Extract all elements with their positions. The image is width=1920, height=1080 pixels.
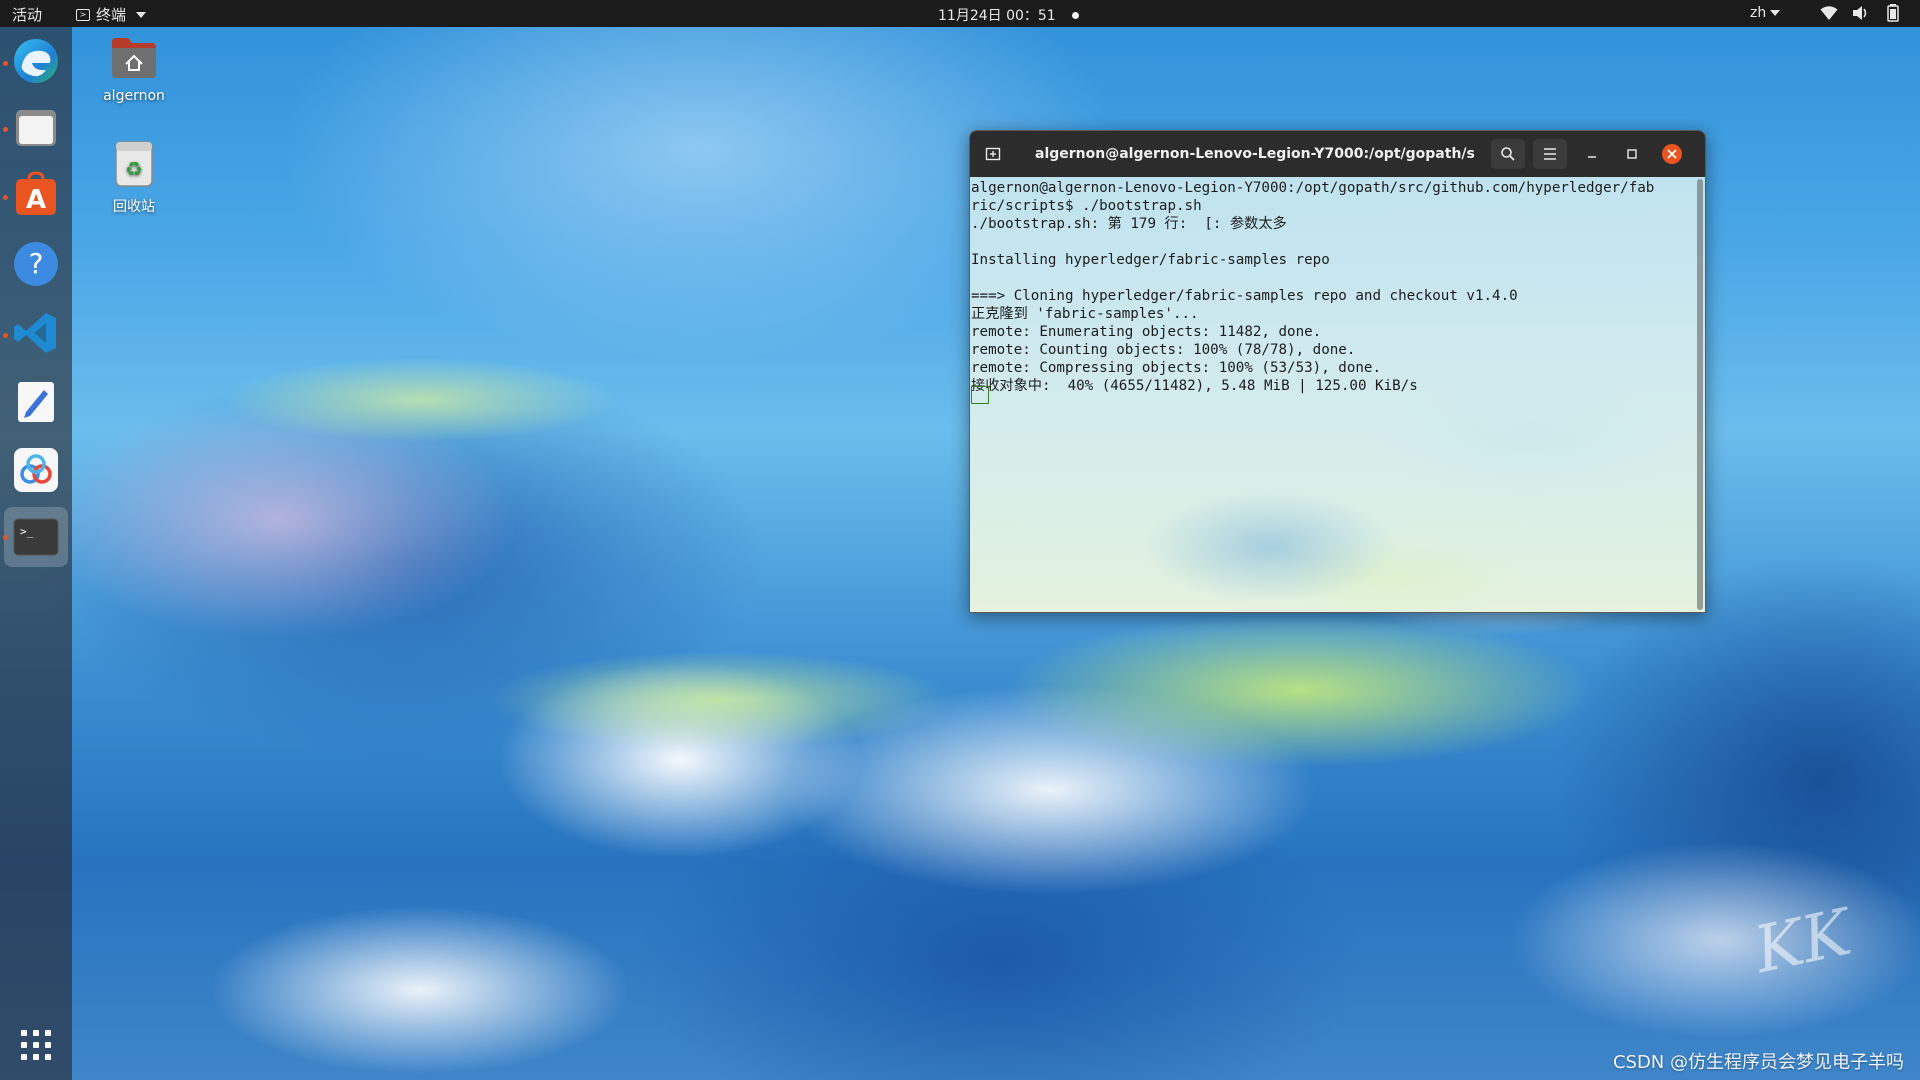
csdn-watermark: CSDN @仿生程序员会梦见电子羊吗 xyxy=(1612,1052,1904,1073)
vscode-icon[interactable] xyxy=(12,309,60,357)
files-icon[interactable] xyxy=(12,104,60,152)
search-button[interactable] xyxy=(1491,139,1525,169)
clock-label: 11月24日 00：51 xyxy=(938,8,1056,24)
terminal-cursor xyxy=(971,386,989,404)
app-menu[interactable]: > 终端 xyxy=(76,4,147,25)
close-button[interactable] xyxy=(1660,139,1684,169)
terminal-line: 接收对象中: 40% (4655/11482), 5.48 MiB | 125.… xyxy=(971,378,1418,394)
terminal-line: ric/scripts$ ./bootstrap.sh xyxy=(971,198,1202,214)
terminal-output: algernon@algernon-Lenovo-Legion-Y7000:/o… xyxy=(971,179,1695,395)
svg-text:♻: ♻ xyxy=(125,157,143,181)
running-indicator xyxy=(3,195,8,200)
terminal-line: algernon@algernon-Lenovo-Legion-Y7000:/o… xyxy=(971,180,1655,196)
system-tray: zh xyxy=(1750,4,1920,22)
minimize-icon xyxy=(1588,156,1596,158)
desktop-home-label: algernon xyxy=(103,88,165,104)
close-icon xyxy=(1662,144,1682,164)
svg-text:?: ? xyxy=(29,247,44,280)
help-icon[interactable]: ? xyxy=(12,240,60,288)
baidu-netdisk-icon[interactable] xyxy=(12,446,60,494)
running-indicator xyxy=(3,535,8,540)
desktop-home-folder[interactable]: algernon xyxy=(79,34,189,104)
trash-icon: ♻ xyxy=(79,140,189,192)
ubuntu-software-icon[interactable]: A xyxy=(12,171,60,219)
chevron-down-icon xyxy=(136,11,147,18)
dock: A ? >_ xyxy=(0,27,72,1080)
minimize-button[interactable] xyxy=(1582,139,1602,169)
terminal-scrollbar[interactable] xyxy=(1697,179,1703,610)
terminal-title: algernon@algernon-Lenovo-Legion-Y7000:/o… xyxy=(1035,146,1475,162)
terminal-output-area[interactable]: algernon@algernon-Lenovo-Legion-Y7000:/o… xyxy=(970,177,1705,612)
new-tab-button[interactable] xyxy=(982,139,1004,169)
search-icon xyxy=(1501,147,1515,161)
input-method-menu[interactable]: zh xyxy=(1750,5,1781,21)
running-indicator xyxy=(3,127,8,132)
input-method-label: zh xyxy=(1750,5,1767,21)
running-indicator xyxy=(3,333,8,338)
terminal-line: remote: Compressing objects: 100% (53/53… xyxy=(971,360,1381,376)
svg-text:>_: >_ xyxy=(20,525,34,538)
desktop-trash-label: 回收站 xyxy=(113,199,155,215)
show-applications-icon[interactable] xyxy=(18,1027,54,1063)
terminal-icon[interactable]: >_ xyxy=(12,513,60,561)
new-tab-icon xyxy=(985,147,1001,161)
activities-button[interactable]: 活动 xyxy=(12,4,42,25)
running-indicator xyxy=(3,61,8,66)
terminal-line: ===> Cloning hyperledger/fabric-samples … xyxy=(971,288,1518,304)
battery-icon[interactable] xyxy=(1884,4,1902,22)
maximize-button[interactable] xyxy=(1622,139,1642,169)
text-editor-icon[interactable] xyxy=(12,378,60,426)
terminal-line: ./bootstrap.sh: 第 179 行: [: 参数太多 xyxy=(971,216,1287,232)
app-menu-label: 终端 xyxy=(96,6,127,24)
terminal-header-bar[interactable]: algernon@algernon-Lenovo-Legion-Y7000:/o… xyxy=(970,131,1705,177)
chevron-down-icon xyxy=(1770,10,1781,16)
hamburger-menu-icon xyxy=(1544,148,1556,160)
home-folder-icon xyxy=(79,34,189,84)
terminal-window: algernon@algernon-Lenovo-Legion-Y7000:/o… xyxy=(969,130,1706,613)
svg-text:A: A xyxy=(26,185,46,215)
clock[interactable]: 11月24日 00：51 xyxy=(938,5,1079,25)
volume-icon[interactable] xyxy=(1852,4,1870,22)
terminal-line: remote: Enumerating objects: 11482, done… xyxy=(971,324,1322,340)
desktop-trash[interactable]: ♻ 回收站 xyxy=(79,140,189,216)
terminal-line: 正克隆到 'fabric-samples'... xyxy=(971,306,1199,322)
edge-browser-icon[interactable] xyxy=(12,37,60,85)
notification-dot-icon xyxy=(1071,11,1079,19)
top-bar: 活动 > 终端 11月24日 00：51 zh xyxy=(0,0,1920,27)
wifi-icon[interactable] xyxy=(1820,4,1838,22)
terminal-small-icon: > xyxy=(76,8,90,21)
terminal-line: Installing hyperledger/fabric-samples re… xyxy=(971,252,1330,268)
terminal-line: remote: Counting objects: 100% (78/78), … xyxy=(971,342,1356,358)
hamburger-menu-button[interactable] xyxy=(1533,139,1567,169)
maximize-icon xyxy=(1627,149,1637,159)
